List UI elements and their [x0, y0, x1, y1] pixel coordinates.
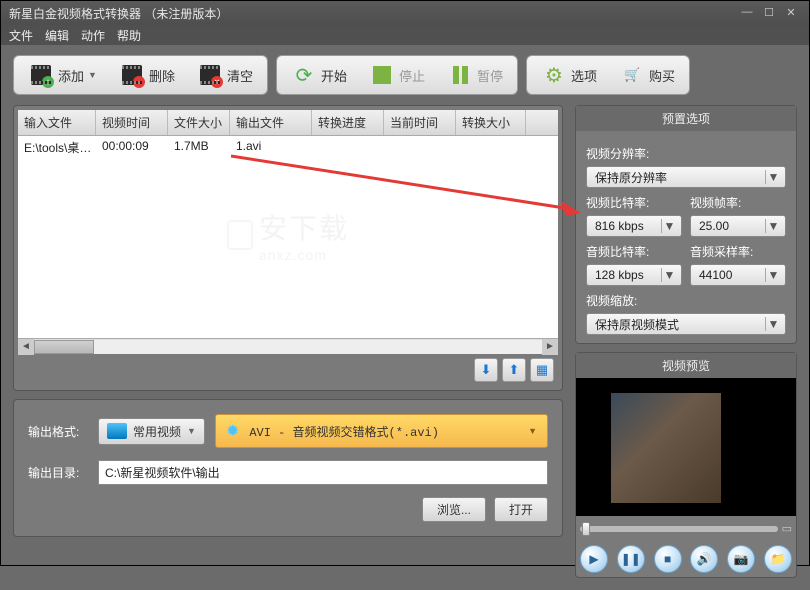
- add-button[interactable]: +添加▼: [18, 60, 107, 90]
- scroll-right-button[interactable]: ►: [542, 339, 558, 355]
- resolution-combo[interactable]: 保持原分辨率▼: [586, 166, 786, 188]
- col-file-size[interactable]: 文件大小: [168, 110, 230, 135]
- slider-thumb[interactable]: [582, 522, 590, 536]
- category-button[interactable]: 常用视频 ▼: [98, 418, 205, 445]
- col-current-time[interactable]: 当前时间: [384, 110, 456, 135]
- menu-edit[interactable]: 编辑: [45, 27, 69, 44]
- player-controls: ▶ ❚❚ ■ 🔊 📷 📁: [576, 541, 796, 577]
- snapshot-button[interactable]: 📷: [727, 545, 755, 573]
- refresh-icon: ⟳: [291, 64, 317, 86]
- main-toolbar: +添加▼ −删除 ×清空 ⟳开始 停止 暂停 ⚙选项 🛒购买: [1, 45, 809, 105]
- gear-icon: ⚙: [541, 64, 567, 86]
- audio-rate-label: 音频采样率:: [690, 243, 786, 260]
- scale-label: 视频缩放:: [586, 292, 786, 309]
- chevron-down-icon: ▼: [765, 219, 781, 233]
- preview-header: 视频预览: [576, 353, 796, 378]
- buy-button[interactable]: 🛒购买: [609, 60, 685, 90]
- menu-help[interactable]: 帮助: [117, 27, 141, 44]
- move-down-button[interactable]: ⬇: [474, 358, 498, 382]
- folder-button[interactable]: ▦: [530, 358, 554, 382]
- seek-slider[interactable]: [580, 526, 778, 532]
- dir-label: 输出目录:: [28, 464, 88, 481]
- format-label: 输出格式:: [28, 423, 88, 440]
- video-bitrate-combo[interactable]: 816 kbps▼: [586, 215, 682, 237]
- stop-icon: [373, 66, 391, 84]
- scroll-thumb[interactable]: [34, 340, 94, 354]
- preview-panel: 视频预览 ▭ ▶ ❚❚ ■ 🔊 📷 📁: [575, 352, 797, 578]
- col-progress[interactable]: 转换进度: [312, 110, 384, 135]
- menu-action[interactable]: 动作: [81, 27, 105, 44]
- col-input-file[interactable]: 输入文件: [18, 110, 96, 135]
- format-button[interactable]: ✹ AVI - 音频视频交错格式(*.avi) ▼: [215, 414, 548, 448]
- close-button[interactable]: ✕: [781, 6, 801, 20]
- audio-bitrate-label: 音频比特率:: [586, 243, 682, 260]
- stop-play-button[interactable]: ■: [654, 545, 682, 573]
- col-output-file[interactable]: 输出文件: [230, 110, 312, 135]
- monitor-icon: [107, 423, 127, 439]
- audio-rate-combo[interactable]: 44100▼: [690, 264, 786, 286]
- cart-icon: 🛒: [619, 64, 645, 86]
- output-dir-input[interactable]: C:\新星视频软件\输出: [98, 460, 548, 485]
- output-settings-panel: 输出格式: 常用视频 ▼ ✹ AVI - 音频视频交错格式(*.avi) ▼ 输…: [13, 399, 563, 537]
- watermark: 安下载 anxz.com: [227, 207, 349, 263]
- chevron-down-icon: ▼: [765, 317, 781, 331]
- pause-button[interactable]: 暂停: [437, 60, 513, 90]
- horizontal-scrollbar[interactable]: ◄ ►: [18, 338, 558, 354]
- resolution-label: 视频分辨率:: [586, 145, 786, 162]
- options-button[interactable]: ⚙选项: [531, 60, 607, 90]
- menu-file[interactable]: 文件: [9, 27, 33, 44]
- video-bitrate-label: 视频比特率:: [586, 194, 682, 211]
- open-button[interactable]: 打开: [494, 497, 548, 522]
- preset-panel: 预置选项 视频分辨率: 保持原分辨率▼ 视频比特率: 816 kbps▼ 视频帧…: [575, 105, 797, 344]
- clear-button[interactable]: ×清空: [187, 60, 263, 90]
- preview-frame: [611, 393, 721, 503]
- delete-button[interactable]: −删除: [109, 60, 185, 90]
- file-list-panel: 输入文件 视频时间 文件大小 输出文件 转换进度 当前时间 转换大小 E:\to…: [13, 105, 563, 391]
- start-button[interactable]: ⟳开始: [281, 60, 357, 90]
- minimize-button[interactable]: —: [737, 6, 757, 20]
- play-button[interactable]: ▶: [580, 545, 608, 573]
- scroll-left-button[interactable]: ◄: [18, 339, 34, 355]
- format-icon: ✹: [226, 421, 239, 441]
- chevron-down-icon: ▼: [661, 268, 677, 282]
- audio-bitrate-combo[interactable]: 128 kbps▼: [586, 264, 682, 286]
- file-grid[interactable]: 输入文件 视频时间 文件大小 输出文件 转换进度 当前时间 转换大小 E:\to…: [18, 110, 558, 338]
- scale-combo[interactable]: 保持原视频模式▼: [586, 313, 786, 335]
- chevron-down-icon: ▼: [661, 219, 677, 233]
- stop-button[interactable]: 停止: [359, 60, 435, 90]
- menu-bar: 文件 编辑 动作 帮助: [1, 25, 809, 45]
- video-fps-label: 视频帧率:: [690, 194, 786, 211]
- title-bar: 新星白金视频格式转换器 （未注册版本） — ☐ ✕: [1, 1, 809, 25]
- chevron-down-icon: ▼: [765, 170, 781, 184]
- preset-header: 预置选项: [576, 106, 796, 131]
- col-convert-size[interactable]: 转换大小: [456, 110, 526, 135]
- volume-button[interactable]: 🔊: [690, 545, 718, 573]
- table-row[interactable]: E:\tools\桌… 00:00:09 1.7MB 1.avi: [18, 136, 558, 159]
- move-up-button[interactable]: ⬆: [502, 358, 526, 382]
- browse-button[interactable]: 浏览...: [422, 497, 486, 522]
- video-preview: [576, 378, 796, 516]
- app-title: 新星白金视频格式转换器 （未注册版本）: [9, 5, 228, 22]
- grid-header: 输入文件 视频时间 文件大小 输出文件 转换进度 当前时间 转换大小: [18, 110, 558, 136]
- col-video-time[interactable]: 视频时间: [96, 110, 168, 135]
- pause-icon: [453, 66, 468, 84]
- chevron-down-icon: ▼: [765, 268, 781, 282]
- time-icon: ▭: [782, 522, 792, 535]
- pause-play-button[interactable]: ❚❚: [617, 545, 645, 573]
- open-folder-button[interactable]: 📁: [764, 545, 792, 573]
- maximize-button[interactable]: ☐: [759, 6, 779, 20]
- video-fps-combo[interactable]: 25.00▼: [690, 215, 786, 237]
